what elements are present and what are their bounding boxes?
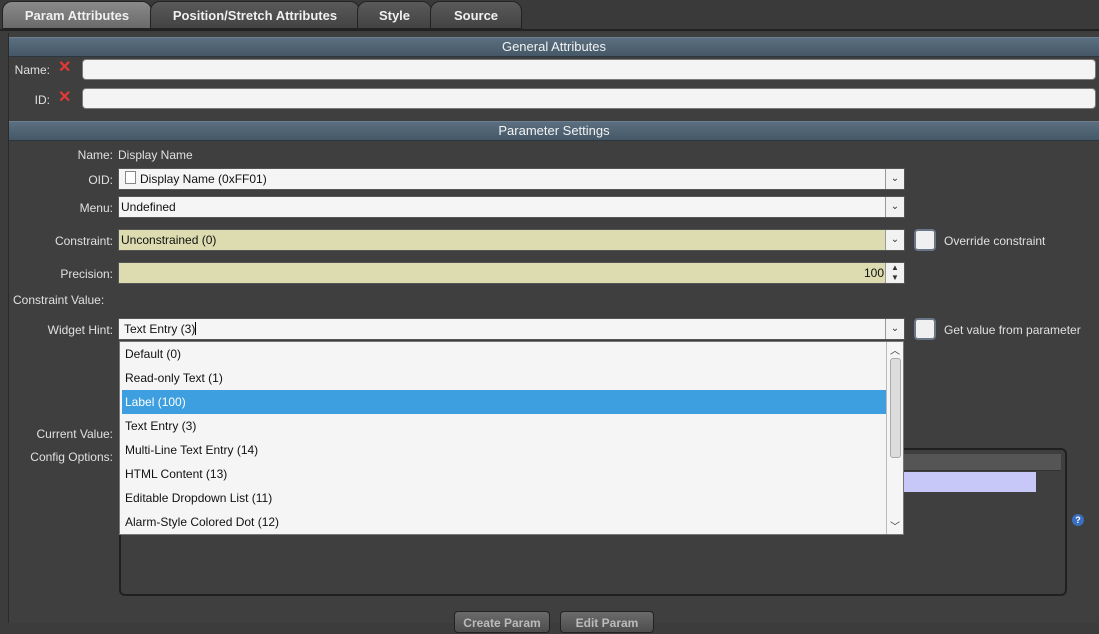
chevron-down-icon[interactable]: ⌄ xyxy=(885,319,904,339)
scroll-down-icon[interactable]: ﹀ xyxy=(887,518,903,533)
widget-hint-value: Text Entry (3) xyxy=(124,322,196,336)
tab-divider xyxy=(0,29,1099,31)
document-icon xyxy=(125,171,136,184)
required-x-icon: ✕ xyxy=(58,59,72,76)
list-item[interactable]: HTML Content (13) xyxy=(122,462,887,486)
scrollbar-thumb[interactable] xyxy=(890,358,901,458)
config-options-label: Config Options: xyxy=(30,450,113,464)
create-param-button[interactable]: Create Param xyxy=(454,611,550,633)
dropdown-scrollbar[interactable]: ︿ ﹀ xyxy=(886,342,903,534)
text-cursor xyxy=(195,322,197,335)
oid-select[interactable]: Display Name (0xFF01) ⌄ xyxy=(118,168,905,190)
tab-bar: Param Attributes Position/Stretch Attrib… xyxy=(0,0,1099,31)
precision-label: Precision: xyxy=(60,267,113,281)
list-item[interactable]: Default (0) xyxy=(122,342,887,366)
list-item[interactable]: Alarm-Style Colored Dot (12) xyxy=(122,510,887,534)
general-attributes-header: General Attributes xyxy=(9,37,1099,57)
list-item[interactable]: Editable Dropdown List (11) xyxy=(122,486,887,510)
menu-label: Menu: xyxy=(79,201,113,215)
override-constraint-checkbox[interactable] xyxy=(914,229,936,251)
id-field[interactable] xyxy=(82,88,1096,109)
tab-param-attributes[interactable]: Param Attributes xyxy=(2,1,152,29)
widget-hint-dropdown-list[interactable]: Default (0) Read-only Text (1) Label (10… xyxy=(119,341,904,535)
parameter-settings-header: Parameter Settings xyxy=(9,121,1099,141)
tab-style[interactable]: Style xyxy=(357,1,432,29)
menu-select[interactable]: Undefined ⌄ xyxy=(118,196,905,218)
menu-value: Undefined xyxy=(121,200,176,214)
constraint-value-label: Constraint Value: xyxy=(13,293,105,307)
id-label: ID: xyxy=(34,93,50,107)
name-label: Name: xyxy=(14,63,50,77)
required-x-icon: ✕ xyxy=(58,89,72,106)
edit-param-button[interactable]: Edit Param xyxy=(560,611,654,633)
name-field[interactable] xyxy=(82,59,1096,80)
table-header xyxy=(901,454,1061,471)
list-item-selected[interactable]: Label (100) xyxy=(122,390,887,414)
spinner-arrows-icon[interactable]: ▲ ▼ xyxy=(885,263,904,283)
constraint-select[interactable]: Unconstrained (0) ⌄ xyxy=(118,229,905,251)
tab-position-stretch-attributes[interactable]: Position/Stretch Attributes xyxy=(150,1,360,29)
chevron-down-icon[interactable]: ⌄ xyxy=(885,230,904,250)
chevron-down-icon[interactable]: ⌄ xyxy=(885,169,904,189)
current-value-label: Current Value: xyxy=(36,427,113,441)
list-item[interactable]: Text Entry (3) xyxy=(122,414,887,438)
list-item[interactable]: Read-only Text (1) xyxy=(122,366,887,390)
oid-value: Display Name (0xFF01) xyxy=(140,172,267,186)
override-constraint-label: Override constraint xyxy=(944,234,1046,248)
get-value-label: Get value from parameter xyxy=(944,323,1081,337)
oid-label: OID: xyxy=(88,173,113,187)
table-row-selected[interactable] xyxy=(904,472,1036,492)
chevron-down-icon[interactable]: ⌄ xyxy=(885,197,904,217)
param-name-label: Name: xyxy=(77,148,113,162)
widget-hint-select[interactable]: Text Entry (3) ⌄ xyxy=(118,318,905,340)
scroll-up-icon[interactable]: ︿ xyxy=(887,342,903,357)
get-value-checkbox[interactable] xyxy=(914,318,936,340)
list-item[interactable]: Multi-Line Text Entry (14) xyxy=(122,438,887,462)
help-icon[interactable]: ? xyxy=(1072,514,1084,526)
constraint-label: Constraint: xyxy=(54,234,113,248)
precision-spinner[interactable]: 100 ▲ ▼ xyxy=(118,262,905,284)
constraint-value: Unconstrained (0) xyxy=(121,233,217,247)
precision-value: 100 xyxy=(863,266,884,280)
widget-hint-label: Widget Hint: xyxy=(47,323,113,337)
tab-source[interactable]: Source xyxy=(430,1,522,29)
param-name-value: Display Name xyxy=(118,148,193,162)
